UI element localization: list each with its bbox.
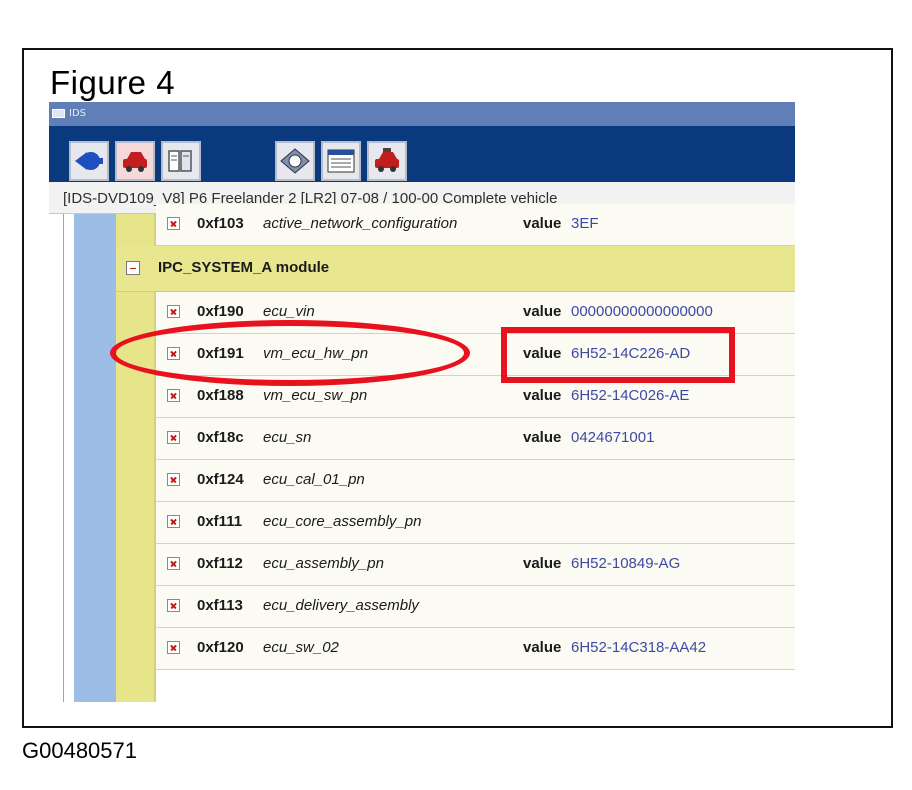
close-icon <box>167 641 180 654</box>
list-view-icon <box>327 149 355 173</box>
value-text: 6H52-10849-AG <box>571 555 681 572</box>
close-icon <box>167 431 180 444</box>
vehicle-icon <box>123 152 147 172</box>
close-icon <box>167 599 180 612</box>
value-text: 6H52-14C026-AE <box>571 387 690 404</box>
did-code: 0xf103 <box>197 215 244 232</box>
highlight-ellipse <box>110 320 470 386</box>
value-label: value <box>523 215 562 232</box>
tree-rail <box>74 214 116 702</box>
toolbox-button[interactable] <box>161 141 201 181</box>
did-name: ecu_sn <box>263 429 312 446</box>
title-bar: IDS <box>49 102 795 126</box>
figure-id: G00480571 <box>22 738 137 763</box>
did-code: 0xf18c <box>197 429 244 446</box>
collapse-icon[interactable] <box>126 261 140 275</box>
close-icon <box>167 515 180 528</box>
value-text: 3EF <box>571 215 599 232</box>
close-icon <box>167 557 180 570</box>
figure-title: Figure 4 <box>50 64 176 101</box>
did-name: ecu_sw_02 <box>263 639 339 656</box>
vehicle-config-button[interactable] <box>367 141 407 181</box>
tree-row[interactable]: 0xf120 ecu_sw_02 value 6H52-14C318-AA42 <box>156 628 795 670</box>
value-text: 0424671001 <box>571 429 655 446</box>
window-title: IDS <box>69 108 86 119</box>
toolbar <box>49 126 795 182</box>
value-label: value <box>523 429 562 446</box>
did-name: ecu_assembly_pn <box>263 555 384 572</box>
close-icon <box>167 473 180 486</box>
tree-row[interactable]: 0xf112 ecu_assembly_pn value 6H52-10849-… <box>156 544 795 586</box>
list-view-button[interactable] <box>321 141 361 181</box>
did-code: 0xf190 <box>197 303 244 320</box>
tree-row[interactable]: 0xf113 ecu_delivery_assembly <box>156 586 795 628</box>
did-name: vm_ecu_sw_pn <box>263 387 368 404</box>
module-header[interactable]: IPC_SYSTEM_A module <box>116 246 795 292</box>
tree-row[interactable]: 0xf18c ecu_sn value 0424671001 <box>156 418 795 460</box>
session-icon <box>280 148 310 174</box>
did-name: ecu_core_assembly_pn <box>263 513 422 530</box>
session-button[interactable] <box>275 141 315 181</box>
value-label: value <box>523 303 562 320</box>
back-button[interactable] <box>69 141 109 181</box>
tree-row[interactable]: 0xf111 ecu_core_assembly_pn <box>156 502 795 544</box>
did-name: ecu_cal_01_pn <box>263 471 365 488</box>
close-icon <box>167 217 180 230</box>
ids-screen: IDS [IDS-DVD109_V8] P6 Freelander 2 [LR2… <box>49 102 795 702</box>
back-arrow-icon <box>75 152 103 170</box>
tree-row[interactable]: 0xf103 active_network_configuration valu… <box>156 204 795 246</box>
did-name: active_network_configuration <box>263 215 458 232</box>
window-icon <box>52 109 65 118</box>
vehicle-button[interactable] <box>115 141 155 181</box>
value-label: value <box>523 639 562 656</box>
did-code: 0xf111 <box>197 513 243 530</box>
close-icon <box>167 305 180 318</box>
did-code: 0xf124 <box>197 471 244 488</box>
did-code: 0xf188 <box>197 387 244 404</box>
close-icon <box>167 389 180 402</box>
tree-rail <box>63 214 64 702</box>
module-tree: 0xf103 active_network_configuration valu… <box>49 204 795 702</box>
did-code: 0xf112 <box>197 555 243 572</box>
tree-row[interactable]: 0xf124 ecu_cal_01_pn <box>156 460 795 502</box>
value-label: value <box>523 387 562 404</box>
module-label: IPC_SYSTEM_A module <box>158 259 330 276</box>
toolbox-icon <box>168 150 192 172</box>
vehicle-config-icon <box>375 148 399 172</box>
value-label: value <box>523 555 562 572</box>
did-code: 0xf120 <box>197 639 244 656</box>
did-name: ecu_delivery_assembly <box>263 597 419 614</box>
value-text: 00000000000000000 <box>571 303 713 320</box>
did-name: ecu_vin <box>263 303 315 320</box>
highlight-box <box>501 327 735 383</box>
did-code: 0xf113 <box>197 597 243 614</box>
value-text: 6H52-14C318-AA42 <box>571 639 707 656</box>
